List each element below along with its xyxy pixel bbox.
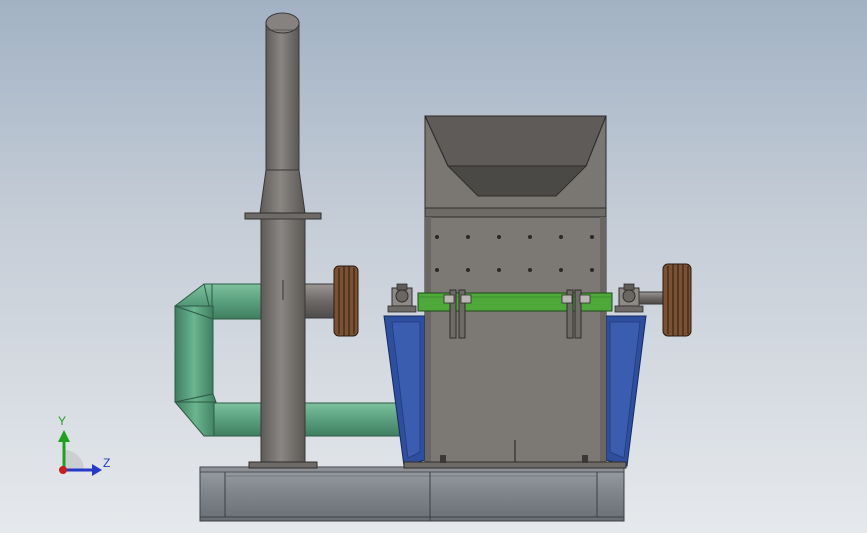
y-axis-label: Y xyxy=(58,414,67,428)
exhaust-stack[interactable] xyxy=(244,12,322,469)
right-v-belt-pulley[interactable] xyxy=(662,263,692,337)
coordinate-triad xyxy=(58,430,102,476)
left-v-belt-pulley[interactable] xyxy=(333,265,359,337)
cad-viewport[interactable]: Y Z xyxy=(0,0,867,533)
x-axis-origin xyxy=(59,466,67,474)
base-frame[interactable] xyxy=(199,466,625,522)
feed-hopper[interactable] xyxy=(424,115,607,218)
z-axis-arrowhead xyxy=(92,464,102,476)
model-view[interactable] xyxy=(0,0,867,533)
crusher-body[interactable] xyxy=(403,216,627,469)
right-shaft[interactable] xyxy=(638,291,666,305)
y-axis-arrowhead xyxy=(58,430,70,442)
left-side-guard[interactable] xyxy=(383,315,426,467)
z-axis-label: Z xyxy=(103,456,111,470)
right-side-guard[interactable] xyxy=(605,315,647,467)
left-bearing[interactable] xyxy=(387,283,417,313)
